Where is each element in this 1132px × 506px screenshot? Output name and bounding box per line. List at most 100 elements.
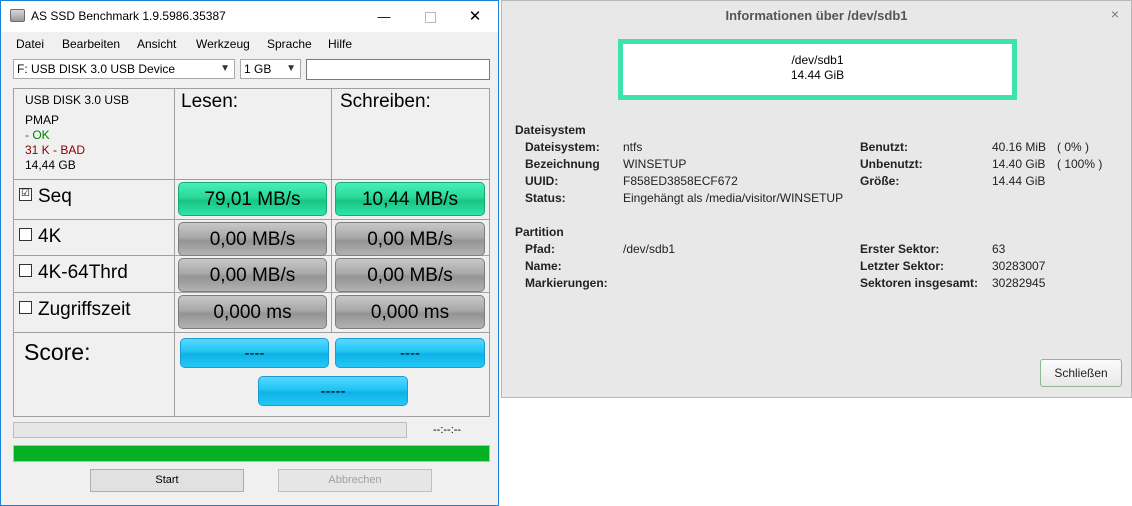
- part-label-flags: Markierungen:: [525, 276, 608, 290]
- chevron-down-icon: ▼: [220, 63, 230, 74]
- checkbox-zugriffszeit[interactable]: [19, 301, 32, 315]
- 4k-read-result: 0,00 MB/s: [178, 222, 327, 256]
- access-read-result: 0,000 ms: [178, 295, 327, 329]
- fs-label-size: Größe:: [860, 174, 900, 188]
- fs-label-status: Status:: [525, 191, 566, 205]
- maximize-button[interactable]: [407, 1, 453, 32]
- row-label-4k-64thrd: 4K-64Thrd: [38, 262, 128, 283]
- menu-bearbeiten[interactable]: Bearbeiten: [62, 37, 120, 51]
- write-header: Schreiben:: [340, 91, 431, 112]
- access-write-result: 0,000 ms: [335, 295, 485, 329]
- score-total: -----: [258, 376, 408, 406]
- 4k64-read-result: 0,00 MB/s: [178, 258, 327, 292]
- grid-line: [13, 332, 490, 333]
- menu-sprache[interactable]: Sprache: [267, 37, 312, 51]
- seq-write-result: 10,44 MB/s: [335, 182, 485, 216]
- drive-status-ok: - OK: [25, 128, 50, 142]
- drive-select[interactable]: F: USB DISK 3.0 USB Device ▼: [13, 59, 235, 79]
- dialog-title: Informationen über /dev/sdb1: [725, 8, 908, 23]
- menu-datei[interactable]: Datei: [16, 37, 44, 51]
- part-label-first-sector: Erster Sektor:: [860, 242, 940, 256]
- checkbox-seq[interactable]: ☑: [19, 188, 32, 202]
- menu-bar: Datei Bearbeiten Ansicht Werkzeug Sprach…: [1, 32, 498, 54]
- fs-label-name: Bezeichnung: [525, 157, 600, 171]
- fs-value-unused-percent: ( 100% ): [1057, 157, 1103, 171]
- part-value-first-sector: 63: [992, 242, 1006, 256]
- part-value-path: /dev/sdb1: [623, 242, 676, 256]
- fs-value-size: 14.44 GiB: [992, 174, 1046, 188]
- row-label-4k: 4K: [38, 226, 62, 247]
- device-path: /dev/sdb1: [791, 53, 844, 67]
- row-seq[interactable]: ☑ Seq: [19, 186, 72, 208]
- grid-line: [13, 219, 490, 220]
- grid-line: [13, 416, 490, 417]
- test-progress-bar: [13, 422, 407, 438]
- fs-value-used-percent: ( 0% ): [1057, 140, 1090, 154]
- part-value-last-sector: 30283007: [992, 259, 1046, 273]
- grid-line: [174, 88, 175, 417]
- total-progress-bar: [13, 445, 490, 462]
- part-value-total-sectors: 30282945: [992, 276, 1046, 290]
- info-dialog: Informationen über /dev/sdb1 × /dev/sdb1…: [501, 0, 1132, 398]
- size-select[interactable]: 1 GB ▼: [240, 59, 301, 79]
- checkbox-4k-64thrd[interactable]: [19, 264, 32, 278]
- drive-info: USB DISK 3.0 USB PMAP - OK 31 K - BAD 14…: [25, 93, 129, 173]
- grid-line: [13, 179, 490, 180]
- size-select-value: 1 GB: [244, 62, 272, 76]
- cancel-button[interactable]: Abbrechen: [278, 469, 432, 492]
- close-button[interactable]: ✕: [452, 1, 498, 32]
- fs-label-type: Dateisystem:: [525, 140, 600, 154]
- seq-read-result: 79,01 MB/s: [178, 182, 327, 216]
- read-header: Lesen:: [181, 91, 239, 112]
- start-button[interactable]: Start: [90, 469, 244, 492]
- drive-name: USB DISK 3.0 USB: [25, 93, 130, 107]
- row-label-zugriffszeit: Zugriffszeit: [38, 299, 131, 320]
- close-button[interactable]: Schließen: [1040, 359, 1122, 387]
- menu-hilfe[interactable]: Hilfe: [328, 37, 352, 51]
- grid-line: [13, 88, 490, 89]
- fs-label-uuid: UUID:: [525, 174, 559, 188]
- drive-alignment-bad: 31 K - BAD: [25, 143, 86, 157]
- window-title: AS SSD Benchmark 1.9.5986.35387: [31, 9, 226, 23]
- row-4k[interactable]: 4K: [19, 226, 61, 248]
- drive-pmap: PMAP: [25, 113, 60, 127]
- fs-value-uuid: F858ED3858ECF672: [623, 174, 738, 188]
- fs-value-type: ntfs: [623, 140, 643, 154]
- close-icon[interactable]: ×: [1111, 6, 1119, 22]
- grid-line: [489, 88, 490, 417]
- 4k-write-result: 0,00 MB/s: [335, 222, 485, 256]
- elapsed-time: --:--:--: [433, 424, 462, 436]
- partition-heading: Partition: [515, 225, 564, 239]
- chevron-down-icon: ▼: [286, 63, 296, 74]
- part-label-name: Name:: [525, 259, 562, 273]
- row-zugriffszeit[interactable]: Zugriffszeit: [19, 299, 131, 321]
- grid-line: [331, 88, 332, 333]
- score-label: Score:: [24, 339, 91, 365]
- part-label-last-sector: Letzter Sektor:: [860, 259, 945, 273]
- score-read: ----: [180, 338, 329, 368]
- title-bar: AS SSD Benchmark 1.9.5986.35387 — ✕: [1, 1, 498, 32]
- 4k64-write-result: 0,00 MB/s: [335, 258, 485, 292]
- fs-value-unused: 14.40 GiB: [992, 157, 1046, 171]
- info-input[interactable]: [306, 59, 490, 80]
- drive-icon: [10, 9, 25, 22]
- row-4k-64thrd[interactable]: 4K-64Thrd: [19, 262, 128, 284]
- fs-label-used: Benutzt:: [860, 140, 908, 154]
- checkbox-4k[interactable]: [19, 228, 32, 242]
- as-ssd-window: AS SSD Benchmark 1.9.5986.35387 — ✕ Date…: [0, 0, 499, 506]
- row-label-seq: Seq: [38, 186, 72, 207]
- drive-size: 14,44 GB: [25, 158, 76, 172]
- score-write: ----: [335, 338, 485, 368]
- minimize-button[interactable]: —: [361, 1, 407, 32]
- fs-value-name: WINSETUP: [623, 157, 687, 171]
- part-label-total-sectors: Sektoren insgesamt:: [860, 276, 979, 290]
- grid-line: [13, 88, 14, 417]
- menu-ansicht[interactable]: Ansicht: [137, 37, 176, 51]
- drive-select-value: F: USB DISK 3.0 USB Device: [17, 62, 176, 76]
- fs-value-used: 40.16 MiB: [992, 140, 1047, 154]
- device-size: 14.44 GiB: [790, 68, 845, 82]
- fs-value-status: Eingehängt als /media/visitor/WINSETUP: [623, 191, 844, 205]
- menu-werkzeug[interactable]: Werkzeug: [196, 37, 250, 51]
- filesystem-heading: Dateisystem: [515, 123, 586, 137]
- part-label-path: Pfad:: [525, 242, 555, 256]
